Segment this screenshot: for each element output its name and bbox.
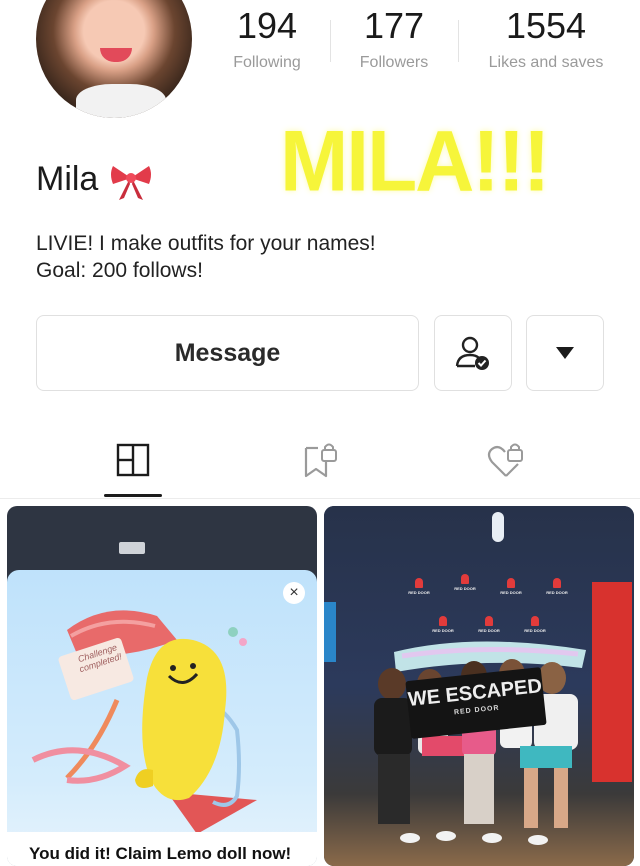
grid-icon (116, 443, 150, 477)
tab-posts[interactable] (113, 440, 153, 480)
tab-liked[interactable] (486, 440, 526, 480)
reward-popup[interactable]: × Challenge completed! You did it! Claim… (7, 570, 317, 866)
following-count: 194 (236, 5, 298, 46)
likes-label: Likes and saves (488, 54, 604, 71)
profile-avatar[interactable] (36, 0, 192, 118)
likes-saves-stat[interactable]: 1554 Likes and saves (482, 4, 610, 72)
profile-name: Mila (36, 160, 99, 198)
post-card[interactable]: × Challenge completed! You did it! Claim… (7, 506, 317, 866)
avatar-shirt (76, 84, 166, 118)
following-status-button[interactable] (434, 315, 512, 391)
following-stat[interactable]: 194 Following (222, 4, 312, 72)
active-tab-indicator (104, 494, 162, 497)
profile-bio: LIVIE! I make outfits for your names! Go… (36, 230, 376, 284)
avatar-smile (100, 48, 132, 62)
stat-divider (458, 20, 459, 62)
heart-lock-icon (487, 443, 523, 477)
bio-line: LIVIE! I make outfits for your names! (36, 232, 376, 255)
dropdown-triangle-icon (556, 347, 574, 359)
message-button[interactable]: Message (36, 315, 419, 391)
following-label: Following (233, 54, 301, 71)
stat-divider (330, 20, 331, 62)
ceiling-light (119, 542, 145, 554)
tab-collections[interactable] (300, 440, 340, 480)
likes-count: 1554 (505, 5, 587, 46)
overlay-sticker-text: MILA!!! (280, 113, 550, 210)
popup-title: You did it! Claim Lemo doll now! (29, 844, 292, 863)
post-card[interactable]: RED DOOR RED DOOR RED DOOR RED DOOR RED … (324, 506, 634, 866)
bio-line: Goal: 200 follows! (36, 259, 203, 282)
followers-label: Followers (359, 54, 429, 71)
ribbon-bow-icon (111, 166, 151, 200)
followers-count: 177 (363, 5, 425, 46)
user-check-icon (455, 336, 489, 370)
more-options-button[interactable] (526, 315, 604, 391)
lemo-mascot-illustration (31, 610, 257, 832)
bookmark-lock-icon (304, 443, 337, 478)
tabs-divider (0, 498, 640, 499)
followers-stat[interactable]: 177 Followers (352, 4, 436, 72)
